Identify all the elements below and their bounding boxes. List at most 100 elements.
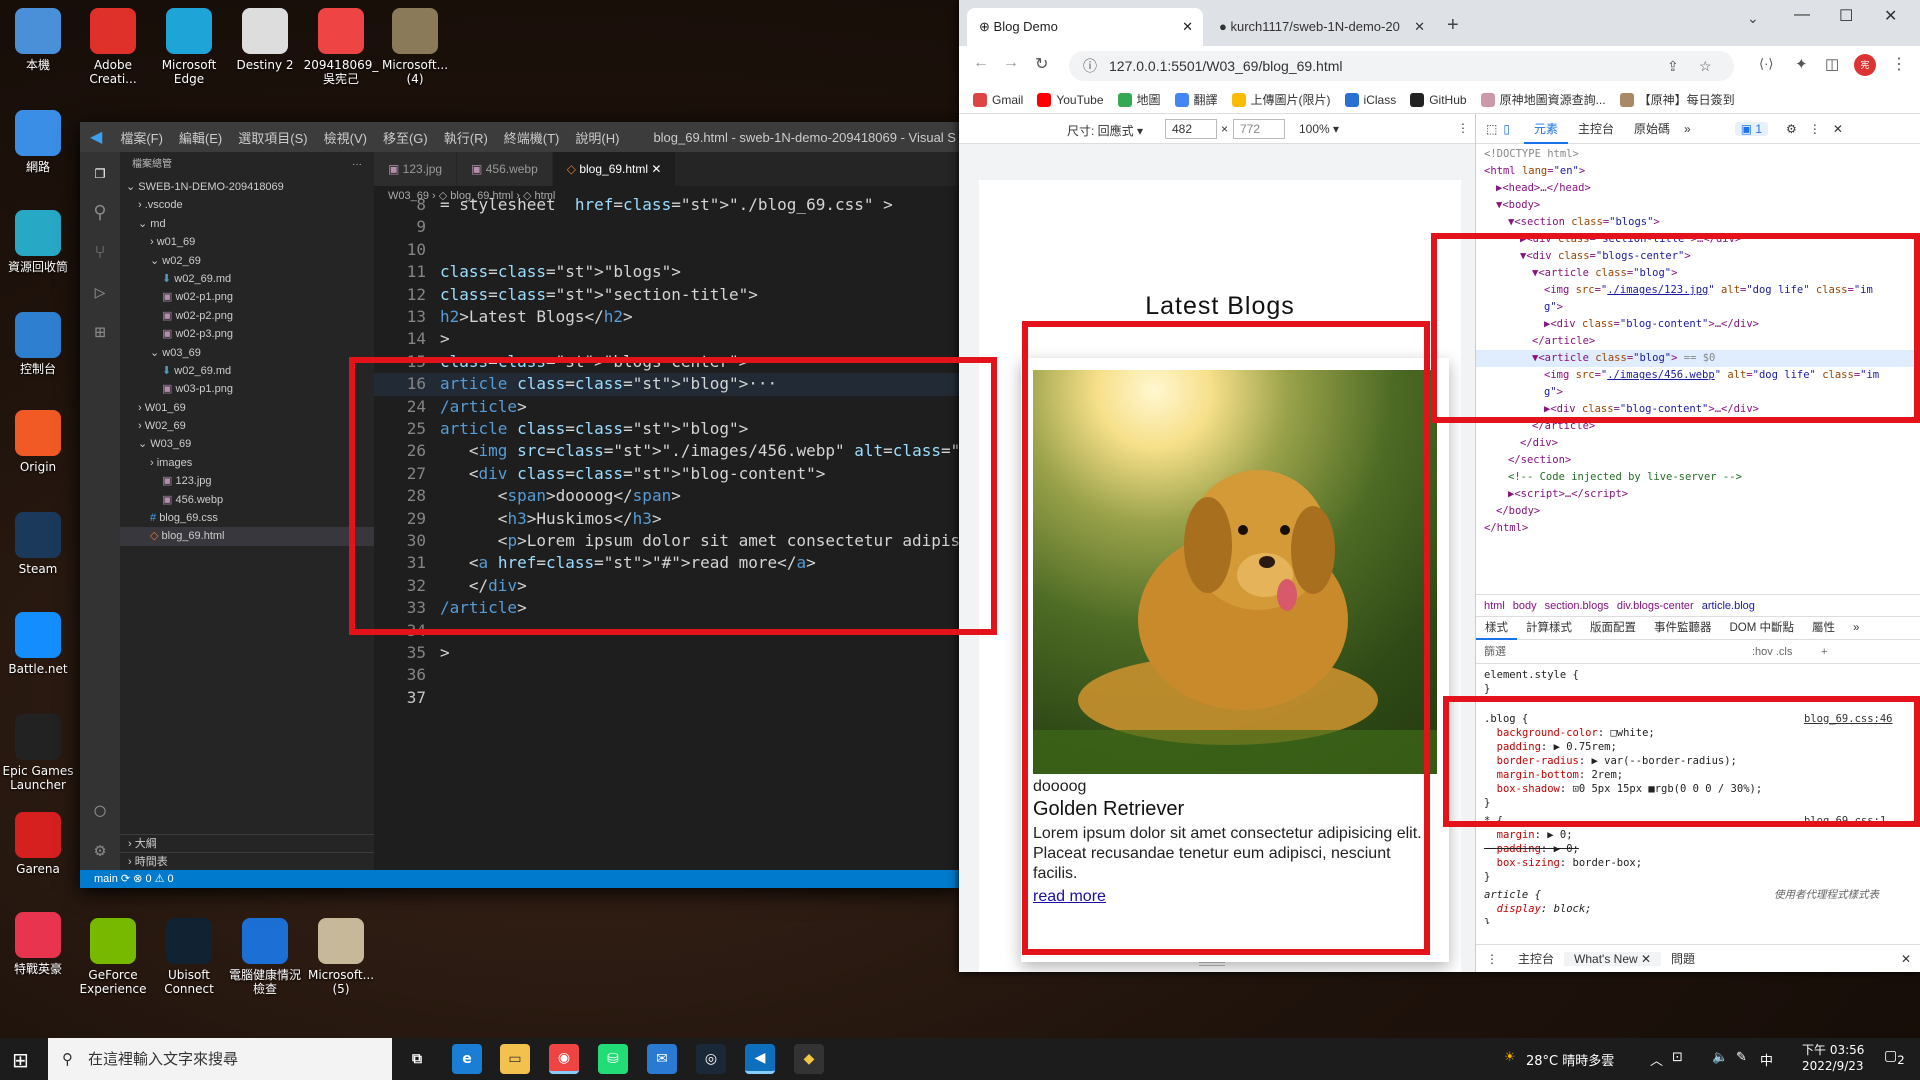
network-icon[interactable]: ⊡ [1672,1050,1683,1065]
bookmark-item[interactable]: YouTube [1037,92,1104,107]
file-explorer-icon[interactable]: ▭ [500,1044,530,1074]
read-more-link[interactable]: read more [1033,888,1106,906]
css-declaration[interactable]: padding: ▶ 0; [1484,842,1579,856]
notification-icon[interactable]: ▢2 [1884,1048,1905,1067]
dom-node[interactable]: ▶<div class="section-title">…</div> [1476,231,1741,248]
bookmark-item[interactable]: 【原神】每日簽到 [1619,91,1735,108]
dom-node[interactable]: ▶<head>…</head> [1476,180,1591,197]
zoom-select[interactable]: 100% ▾ [1299,122,1339,136]
dom-node[interactable]: ▶<script>…</script> [1476,486,1628,503]
close-tab-icon[interactable]: ✕ [1182,8,1193,46]
tree-item[interactable]: ⬇ w02_69.md [120,270,374,288]
devtools-tab[interactable]: 元素 [1523,114,1568,144]
editor-tab[interactable]: ▣ 123.jpg [374,152,458,186]
tree-item[interactable]: ⌄ w02_69 [120,252,374,270]
close-tab-icon[interactable]: ✕ [648,162,661,176]
dom-crumb[interactable]: html [1484,600,1505,612]
desktop-icon[interactable]: 電腦健康情況 檢查 [222,918,308,996]
tree-item[interactable]: › w01_69 [120,233,374,251]
desktop-icon[interactable]: Steam [0,512,81,576]
styles-subtab[interactable]: 樣式 [1476,616,1517,640]
dom-node[interactable]: ▶<div class="blog-content">…</div> [1476,401,1759,418]
devtools-close-icon[interactable]: ✕ [1833,122,1843,136]
height-input[interactable]: 772 [1233,119,1285,139]
code-line[interactable]: 9 [374,216,960,238]
menu-item[interactable]: 編輯(E) [179,131,222,146]
vscode-taskbar-icon[interactable]: ◀ [745,1044,775,1074]
tree-item[interactable]: ◇ blog_69.html [120,527,374,546]
css-declaration[interactable]: background-color: □white; [1484,726,1655,740]
code-line[interactable]: 27 <div class=class="st">"blog-content"> [374,463,960,485]
tree-item[interactable]: ▣ w02-p1.png [120,288,374,306]
css-rule-selector[interactable]: article {使用者代理程式樣式表 [1484,888,1879,902]
resize-handle[interactable] [1199,962,1225,966]
bookmark-star-icon[interactable]: ☆ [1699,51,1712,81]
css-declaration[interactable]: margin-bottom: 2rem; [1484,768,1623,782]
bookmark-item[interactable]: 地圖 [1117,91,1161,108]
tab-github[interactable]: ● kurch1117/sweb-1N-demo-20 ✕ [1207,8,1435,46]
more-actions-icon[interactable]: ··· [352,152,362,178]
address-bar[interactable]: ⓘ 127.0.0.1:5501/W03_69/blog_69.html ⇪ ☆ [1069,51,1734,81]
dom-node[interactable]: ▼<div class="blogs-center"> [1476,248,1691,265]
code-line[interactable]: 36 [374,664,960,686]
menu-item[interactable]: 執行(R) [444,131,488,146]
dom-node[interactable]: <!-- Code injected by live-server --> [1476,469,1742,486]
desktop-icon[interactable]: Destiny 2 [222,8,308,72]
steam-taskbar-icon[interactable]: ◎ [696,1044,726,1074]
code-line[interactable]: 29 <h3>Huskimos</h3> [374,508,960,530]
code-line[interactable]: 24/article> [374,396,960,418]
extensions-icon[interactable]: ⊞ [80,312,120,352]
maximize-button[interactable]: ☐ [1839,6,1853,26]
tree-item[interactable]: ▣ w02-p3.png [120,325,374,343]
drawer-tab[interactable]: 問題 [1661,950,1705,967]
css-rule-selector[interactable]: * {blog_69.css:1 [1484,814,1886,828]
code-editor[interactable]: 8 = stylesheet href=class="st">"./blog_69… [374,195,960,870]
drawer-tab[interactable]: 主控台 [1508,950,1564,967]
styles-subtab[interactable]: 計算樣式 [1517,616,1581,640]
reload-icon[interactable]: ↻ [1035,54,1048,74]
device-toggle-icon[interactable]: ▯ [1503,122,1510,136]
menu-dots-icon[interactable]: ⋮ [1891,54,1907,74]
code-line[interactable]: 31 <a href=class="st">"#">read more</a> [374,552,960,574]
forward-icon[interactable]: → [1003,54,1019,72]
tab-search-icon[interactable]: ⌄ [1747,10,1759,27]
desktop-icon[interactable]: 網路 [0,110,81,174]
edge-taskbar-icon[interactable]: e [452,1044,482,1074]
dom-crumb[interactable]: section.blogs [1545,600,1609,612]
manage-gear-icon[interactable]: ⚙ [80,830,120,870]
styles-subtab[interactable]: 版面配置 [1581,616,1645,640]
more-tabs-icon[interactable]: » [1844,616,1868,640]
width-input[interactable]: 482 [1165,119,1217,139]
dom-node[interactable]: g"> [1476,384,1563,401]
git-app-icon[interactable]: ◆ [794,1044,824,1074]
outline-section[interactable]: › 大綱 [120,834,374,852]
tree-item[interactable]: ⌄ md [120,215,374,233]
settings-gear-icon[interactable]: ⚙ [1786,122,1797,136]
code-line[interactable]: 26 <img src=class="st">"./images/456.web… [374,440,960,462]
styles-subtab[interactable]: 事件監聽器 [1645,616,1721,640]
desktop-icon[interactable]: Garena [0,812,81,876]
desktop-icon[interactable]: Microsoft... (4) [372,8,458,86]
tree-item[interactable]: ▣ w02-p2.png [120,307,374,325]
tree-item[interactable]: › images [120,454,374,472]
bookmark-item[interactable]: iClass [1344,92,1396,107]
code-line[interactable]: 12 class=class="st">"section-title"> [374,284,960,306]
code-line[interactable]: 32 </div> [374,575,960,597]
bookmark-item[interactable]: 上傳圖片(限片) [1231,91,1331,108]
dom-node[interactable]: </article> [1476,418,1595,435]
tree-item[interactable]: ▣ 456.webp [120,491,374,509]
menu-item[interactable]: 檔案(F) [120,131,163,146]
menu-item[interactable]: 說明(H) [575,131,619,146]
weather-text[interactable]: 28°C 晴時多雲 [1526,1050,1614,1069]
css-declaration[interactable]: border-radius: ▶ var(--border-radius); [1484,754,1737,768]
desktop-icon[interactable]: Microsoft Edge [146,8,232,86]
code-line[interactable]: 25 article class=class="st">"blog"> [374,418,960,440]
explorer-icon[interactable]: ❐ [80,152,120,192]
dom-node[interactable]: ▼<section class="blogs"> [1476,214,1660,231]
styles-subtab[interactable]: DOM 中斷點 [1721,616,1804,640]
css-declaration[interactable]: box-shadow: ⊡0 5px 15px ■rgb(0 0 0 / 30%… [1484,782,1763,796]
ime-indicator[interactable]: 中 [1760,1050,1773,1069]
tab-blog-demo[interactable]: ⊕ Blog Demo ✕ [967,8,1203,46]
start-button[interactable]: ⊞ [12,1048,29,1072]
desktop-icon[interactable]: 資源回收筒 [0,210,81,274]
